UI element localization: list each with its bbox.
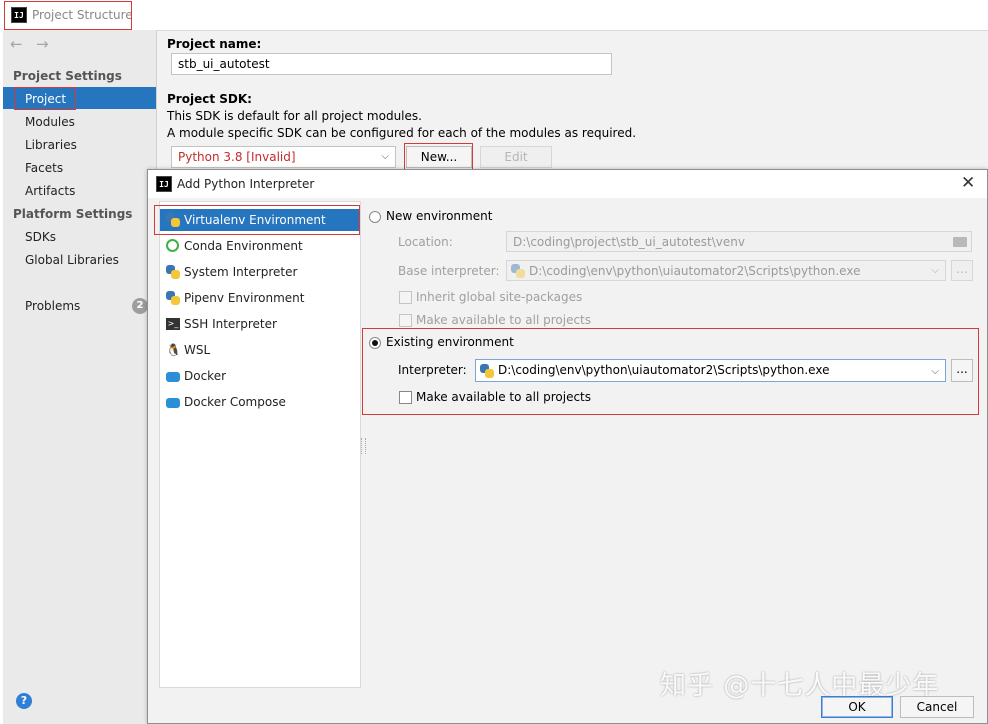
inherit-packages-checkbox[interactable] xyxy=(399,291,412,304)
existing-make-available-label: Make available to all projects xyxy=(416,390,592,404)
inherit-packages-label: Inherit global site-packages xyxy=(416,290,583,304)
splitter-handle[interactable] xyxy=(361,438,366,454)
base-interpreter-select[interactable]: D:\coding\env\python\uiautomator2\Script… xyxy=(506,260,946,281)
platform-settings-heading: Platform Settings xyxy=(13,207,133,221)
interpreter-value: D:\coding\env\python\uiautomator2\Script… xyxy=(498,363,830,377)
sidebar-item-sdks[interactable]: SDKs xyxy=(25,230,56,244)
interpreter-label: Interpreter: xyxy=(398,363,467,377)
sidebar-item-artifacts[interactable]: Artifacts xyxy=(25,184,75,198)
project-sdk-label: Project SDK: xyxy=(167,92,252,106)
new-make-available-checkbox[interactable] xyxy=(399,314,412,327)
location-value: D:\coding\project\stb_ui_autotest\venv xyxy=(513,235,745,249)
new-sdk-button[interactable]: New... xyxy=(406,146,472,168)
list-item-ssh[interactable]: >_ SSH Interpreter xyxy=(160,313,360,335)
list-item-virtualenv[interactable]: Virtualenv Environment xyxy=(160,209,360,231)
interpreter-type-list: Virtualenv Environment Conda Environment… xyxy=(159,201,361,688)
list-item-system[interactable]: System Interpreter xyxy=(160,261,360,283)
problems-count-badge: 2 xyxy=(132,298,148,314)
list-item-pipenv[interactable]: Pipenv Environment xyxy=(160,287,360,309)
base-interpreter-value: D:\coding\env\python\uiautomator2\Script… xyxy=(529,264,861,278)
project-sdk-value: Python 3.8 [Invalid] xyxy=(178,150,296,164)
chevron-down-icon: ⌵ xyxy=(931,366,939,377)
intellij-logo-icon: IJ xyxy=(156,176,172,192)
sdk-description-2: A module specific SDK can be configured … xyxy=(167,126,637,140)
window-title: Project Structure xyxy=(32,8,133,22)
interpreter-browse-button[interactable]: ... xyxy=(951,359,973,382)
base-interpreter-label: Base interpreter: xyxy=(398,264,500,278)
list-item-docker-compose[interactable]: Docker Compose xyxy=(160,391,360,413)
docker-compose-icon xyxy=(166,398,180,408)
intellij-logo-icon: IJ xyxy=(11,7,27,23)
window-titlebar: IJ Project Structure xyxy=(0,0,988,31)
sidebar-item-problems[interactable]: Problems xyxy=(25,299,80,313)
sidebar-item-facets[interactable]: Facets xyxy=(25,161,63,175)
add-python-interpreter-dialog: IJ Add Python Interpreter ✕ Virtualenv E… xyxy=(147,169,988,724)
help-icon[interactable]: ? xyxy=(16,693,32,709)
docker-icon xyxy=(166,372,180,382)
python-icon xyxy=(166,265,180,279)
new-environment-label: New environment xyxy=(386,209,493,223)
existing-make-available-checkbox[interactable] xyxy=(399,391,412,404)
dialog-titlebar: IJ Add Python Interpreter ✕ xyxy=(148,170,987,198)
pipenv-icon xyxy=(166,291,180,305)
sdk-description-1: This SDK is default for all project modu… xyxy=(167,109,422,123)
project-name-input[interactable]: stb_ui_autotest xyxy=(171,53,612,75)
interpreter-select[interactable]: D:\coding\env\python\uiautomator2\Script… xyxy=(475,359,946,382)
sidebar-item-libraries[interactable]: Libraries xyxy=(25,138,77,152)
sidebar-item-modules[interactable]: Modules xyxy=(25,115,75,129)
chevron-down-icon: ⌵ xyxy=(931,265,939,276)
existing-environment-radio[interactable] xyxy=(369,337,381,349)
chevron-down-icon: ⌵ xyxy=(381,151,389,162)
close-icon[interactable]: ✕ xyxy=(961,173,975,193)
new-environment-radio[interactable] xyxy=(369,211,381,223)
project-settings-heading: Project Settings xyxy=(13,69,122,83)
list-item-docker[interactable]: Docker xyxy=(160,365,360,387)
conda-icon xyxy=(166,239,179,252)
watermark: 知乎 @十七人中最少年 xyxy=(660,671,940,701)
terminal-icon: >_ xyxy=(166,318,180,330)
project-name-label: Project name: xyxy=(167,37,262,51)
folder-icon xyxy=(953,237,967,247)
settings-sidebar xyxy=(3,30,157,724)
base-interpreter-browse-button[interactable]: ... xyxy=(951,260,973,281)
list-item-conda[interactable]: Conda Environment xyxy=(160,235,360,257)
location-input[interactable]: D:\coding\project\stb_ui_autotest\venv xyxy=(506,231,972,252)
sidebar-item-label: Project xyxy=(25,92,67,106)
list-item-wsl[interactable]: 🐧 WSL xyxy=(160,339,360,361)
existing-environment-label: Existing environment xyxy=(386,335,514,349)
sidebar-item-global-libraries[interactable]: Global Libraries xyxy=(25,253,119,267)
dialog-title: Add Python Interpreter xyxy=(177,177,315,191)
edit-sdk-button[interactable]: Edit xyxy=(480,146,552,168)
python-icon xyxy=(511,264,525,278)
new-make-available-label: Make available to all projects xyxy=(416,313,592,327)
location-label: Location: xyxy=(398,235,453,249)
linux-icon: 🐧 xyxy=(166,343,181,357)
virtualenv-icon xyxy=(166,213,180,227)
python-icon xyxy=(480,364,494,378)
project-sdk-select[interactable]: Python 3.8 [Invalid] ⌵ xyxy=(171,146,396,168)
forward-arrow-icon[interactable]: → xyxy=(36,35,49,53)
back-arrow-icon[interactable]: ← xyxy=(10,35,23,53)
